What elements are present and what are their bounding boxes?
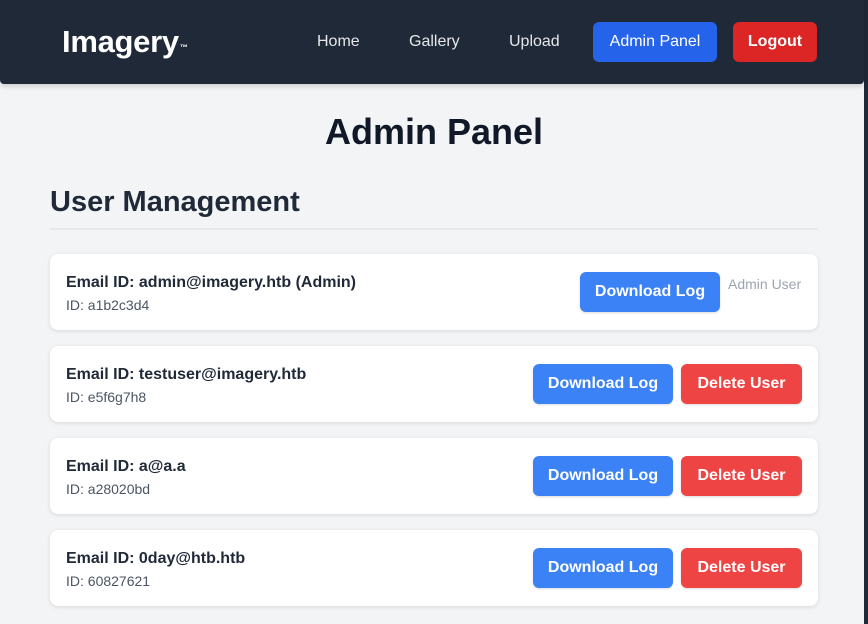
download-log-button[interactable]: Download Log — [580, 272, 720, 312]
nav-link-upload[interactable]: Upload — [509, 30, 560, 54]
user-card: Email ID: testuser@imagery.htb ID: e5f6g… — [50, 346, 818, 422]
user-card: Email ID: a@a.a ID: a28020bd Download Lo… — [50, 438, 818, 514]
user-email: Email ID: testuser@imagery.htb — [66, 366, 307, 383]
download-log-button[interactable]: Download Log — [533, 364, 673, 404]
scrollbar-track[interactable] — [864, 0, 868, 624]
admin-user-label: Admin User — [728, 276, 802, 292]
nav-link-gallery[interactable]: Gallery — [409, 30, 460, 54]
user-card: Email ID: admin@imagery.htb (Admin) ID: … — [50, 254, 818, 330]
logout-button[interactable]: Logout — [733, 22, 817, 62]
user-id: ID: a1b2c3d4 — [66, 297, 150, 313]
user-id: ID: a28020bd — [66, 481, 151, 497]
page-title: Admin Panel — [324, 111, 544, 152]
download-log-button[interactable]: Download Log — [533, 456, 673, 496]
download-log-button[interactable]: Download Log — [533, 548, 673, 588]
user-email: Email ID: a@a.a — [66, 458, 186, 475]
navbar: Imagery™ Home Gallery Upload Admin Panel… — [0, 0, 864, 84]
user-email: Email ID: 0day@htb.htb — [66, 550, 246, 567]
trademark-mark: ™ — [179, 43, 188, 52]
brand-logo[interactable]: Imagery™ — [62, 24, 188, 60]
nav-link-home[interactable]: Home — [317, 30, 360, 54]
delete-user-button[interactable]: Delete User — [681, 364, 802, 404]
section-title: User Management — [50, 186, 300, 218]
user-id: ID: e5f6g7h8 — [66, 389, 147, 405]
user-card: Email ID: 0day@htb.htb ID: 60827621 Down… — [50, 530, 818, 606]
section-divider — [50, 228, 818, 230]
nav-admin-panel-button[interactable]: Admin Panel — [593, 22, 717, 62]
user-id: ID: 60827621 — [66, 573, 151, 589]
delete-user-button[interactable]: Delete User — [681, 548, 802, 588]
delete-user-button[interactable]: Delete User — [681, 456, 802, 496]
user-email: Email ID: admin@imagery.htb (Admin) — [66, 274, 356, 291]
brand-name: Imagery — [62, 24, 179, 59]
